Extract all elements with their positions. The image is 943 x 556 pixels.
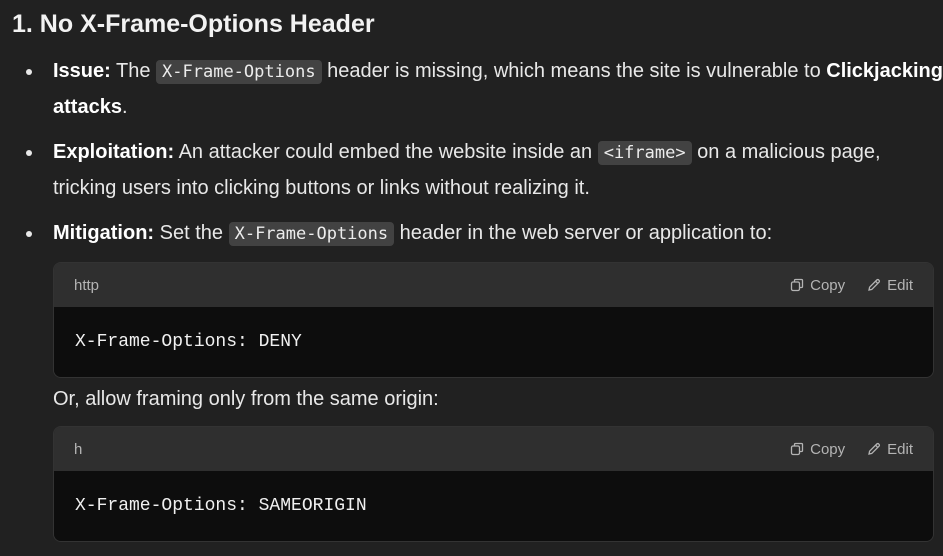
code-block-header: http Copy Edit [54, 263, 933, 307]
code-block-header: h Copy Edit [54, 427, 933, 471]
exploitation-text-1: An attacker could embed the website insi… [174, 141, 598, 163]
list-item-mitigation: Mitigation: Set the X-Frame-Options head… [0, 216, 943, 542]
pencil-icon [868, 278, 881, 291]
edit-button[interactable]: Edit [867, 432, 913, 467]
bullet-dot [26, 150, 32, 156]
bullet-dot [26, 69, 32, 75]
exploitation-label: Exploitation: [53, 141, 175, 163]
issue-text-1: The [110, 60, 157, 82]
code-language-label: h [74, 440, 83, 458]
mitigation-label: Mitigation: [53, 222, 155, 244]
code-block-deny: http Copy Edit X-Frame-Options: DENY [53, 262, 934, 378]
bullet-list: Issue: The X-Frame-Options header is mis… [0, 54, 943, 542]
code-language-label: http [74, 276, 100, 294]
inline-code-x-frame-options: X-Frame-Options [156, 60, 322, 84]
copy-label: Copy [810, 276, 846, 294]
section-heading: 1. No X-Frame-Options Header [12, 10, 375, 38]
edit-button[interactable]: Edit [867, 268, 913, 303]
mitigation-text-2: header in the web server or application … [394, 222, 773, 244]
code-block-actions: Copy Edit [790, 432, 913, 467]
copy-button[interactable]: Copy [790, 268, 845, 303]
copy-icon [790, 442, 804, 456]
inline-code-x-frame-options: X-Frame-Options [228, 222, 395, 246]
bullet-dot [26, 231, 32, 237]
edit-label: Edit [887, 276, 913, 294]
code-block-body[interactable]: X-Frame-Options: SAMEORIGIN [54, 471, 933, 541]
list-item-issue: Issue: The X-Frame-Options header is mis… [0, 54, 943, 125]
mitigation-text-1: Set the [154, 222, 229, 244]
edit-label: Edit [887, 440, 913, 458]
copy-label: Copy [810, 440, 846, 458]
issue-text-2: header is missing, which means the site … [321, 60, 827, 82]
code-block-sameorigin: h Copy Edit X-Frame-Options: SAMEORIGIN [53, 426, 934, 542]
pencil-icon [868, 442, 881, 455]
list-item-exploitation: Exploitation: An attacker could embed th… [0, 135, 943, 206]
code-block-body[interactable]: X-Frame-Options: DENY [54, 307, 933, 377]
copy-button[interactable]: Copy [790, 432, 845, 467]
code-block-actions: Copy Edit [790, 268, 913, 303]
issue-label: Issue: [53, 60, 111, 82]
copy-icon [790, 278, 804, 292]
same-origin-text: Or, allow framing only from the same ori… [53, 388, 439, 410]
inline-code-iframe: <iframe> [597, 141, 692, 165]
issue-text-3: . [121, 96, 128, 118]
